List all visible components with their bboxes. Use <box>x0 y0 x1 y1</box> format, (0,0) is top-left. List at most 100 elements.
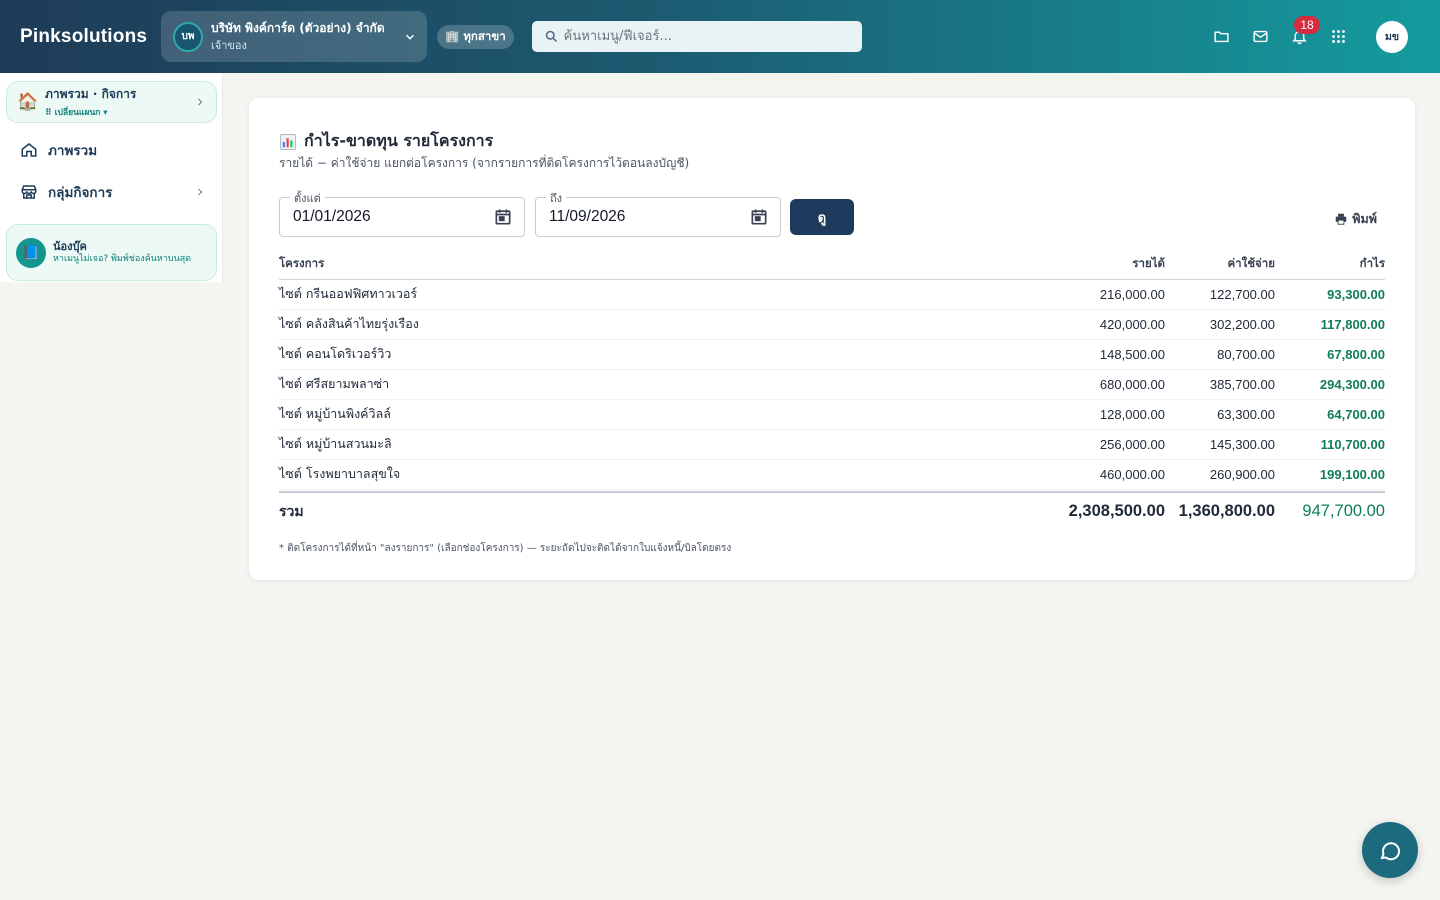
table-total-row: รวม 2,308,500.00 1,360,800.00 947,700.00 <box>279 491 1385 528</box>
company-avatar: บพ <box>173 21 203 52</box>
mail-icon <box>1252 30 1268 43</box>
workspace-title: ภาพรวม · กิจการ <box>45 87 137 101</box>
table-row[interactable]: ไซต์ คลังสินค้าไทยรุ่งเรือง 420,000.00 302… <box>279 309 1385 340</box>
profit-cell: 117,800.00 <box>1275 309 1385 340</box>
folder-icon <box>1213 31 1229 43</box>
revenue-cell: 420,000.00 <box>979 309 1165 340</box>
calendar-icon[interactable] <box>493 207 513 227</box>
profit-cell: 64,700.00 <box>1275 399 1385 430</box>
expense-cell: 302,200.00 <box>1165 309 1275 340</box>
printer-icon <box>1336 213 1347 225</box>
expense-cell: 80,700.00 <box>1165 339 1275 370</box>
project-name: ไซต์ คอนโดริเวอร์วิว <box>279 339 979 370</box>
expense-cell: 122,700.00 <box>1165 279 1275 310</box>
branch-selector[interactable]: 🏢 ทุกสาขา <box>437 24 514 49</box>
total-revenue: 2,308,500.00 <box>979 491 1165 528</box>
workspace-switcher[interactable]: 🏠 ภาพรวม · กิจการ ⠿ เปลี่ยนแผนก ▾ <box>6 81 217 123</box>
switch-department-link[interactable]: ⠿ เปลี่ยนแผนก ▾ <box>45 105 194 119</box>
bar-chart-icon <box>280 133 296 150</box>
apps-button[interactable] <box>1328 27 1348 47</box>
search-input[interactable] <box>563 29 844 44</box>
date-from-field[interactable]: ตั้งแต่ <box>279 189 525 237</box>
table-row[interactable]: ไซต์ หมู่บ้านสวนมะลิ 256,000.00 145,300.00… <box>279 429 1385 460</box>
page-title: กำไร-ขาดทุน รายโครงการ <box>279 129 493 154</box>
home-icon <box>21 143 37 157</box>
sidebar-item-label: กลุ่มกิจการ <box>48 185 113 201</box>
footnote: * ติดโครงการได้ที่หน้า "ลงรายการ" (เลือก… <box>279 543 732 554</box>
search-icon <box>545 30 557 43</box>
top-bar: Pinksolutions บพ บริษัท พิงค์การ์ด (ตัวอ… <box>0 0 1440 73</box>
profit-cell: 294,300.00 <box>1275 369 1385 400</box>
print-button[interactable]: พิมพ์ <box>1334 209 1377 229</box>
date-from-label: ตั้งแต่ <box>290 189 325 207</box>
page-title-text: กำไร-ขาดทุน รายโครงการ <box>304 131 494 150</box>
profit-cell: 110,700.00 <box>1275 429 1385 460</box>
sidebar-item-label: ภาพรวม <box>48 143 98 159</box>
project-name: ไซต์ หมู่บ้านพิงค์วิลล์ <box>279 399 979 430</box>
revenue-cell: 216,000.00 <box>979 279 1165 310</box>
revenue-cell: 680,000.00 <box>979 369 1165 400</box>
date-to-label: ถึง <box>546 189 567 207</box>
revenue-cell: 148,500.00 <box>979 339 1165 370</box>
chat-button[interactable] <box>1362 822 1418 878</box>
table-row[interactable]: ไซต์ ศรีสยามพลาซ่า 680,000.00 385,700.00 29… <box>279 369 1385 400</box>
house-icon: 🏠 <box>17 92 39 112</box>
assistant-hint: หาเมนูไม่เจอ? พิมพ์ช่องค้นหาบนสุด <box>53 253 192 264</box>
expense-cell: 385,700.00 <box>1165 369 1275 400</box>
project-name: ไซต์ โรงพยาบาลสุขใจ <box>279 459 979 490</box>
table-row[interactable]: ไซต์ หมู่บ้านพิงค์วิลล์ 128,000.00 63,300.… <box>279 399 1385 430</box>
revenue-cell: 460,000.00 <box>979 459 1165 490</box>
folder-button[interactable] <box>1211 27 1231 47</box>
column-header-project[interactable]: โครงการ <box>279 250 979 280</box>
company-switcher[interactable]: บพ บริษัท พิงค์การ์ด (ตัวอย่าง) จำกัด เจ… <box>161 11 427 62</box>
brand-logo[interactable]: Pinksolutions <box>20 26 161 48</box>
book-icon: 📘 <box>16 237 46 268</box>
table-row[interactable]: ไซต์ คอนโดริเวอร์วิว 148,500.00 80,700.00 6… <box>279 339 1385 370</box>
user-avatar[interactable]: มข <box>1376 20 1408 53</box>
notifications-button[interactable]: 18 <box>1289 15 1320 47</box>
date-to-input[interactable] <box>549 208 729 226</box>
apps-grid-icon <box>1331 30 1345 43</box>
store-icon <box>21 185 37 199</box>
print-label: พิมพ์ <box>1352 211 1377 226</box>
date-from-input[interactable] <box>293 208 473 226</box>
mail-button[interactable] <box>1250 27 1270 47</box>
profit-cell: 93,300.00 <box>1275 279 1385 310</box>
chat-bubble-icon <box>1380 842 1401 861</box>
column-header-revenue[interactable]: รายได้ <box>979 250 1165 280</box>
company-role: เจ้าของ <box>211 38 247 52</box>
column-header-profit[interactable]: กำไร <box>1275 250 1385 280</box>
total-profit: 947,700.00 <box>1275 491 1385 528</box>
total-expense: 1,360,800.00 <box>1165 491 1275 528</box>
table-header-row: โครงการ รายได้ ค่าใช้จ่าย กำไร <box>279 250 1385 280</box>
project-name: ไซต์ คลังสินค้าไทยรุ่งเรือง <box>279 309 979 340</box>
project-name: ไซต์ ศรีสยามพลาซ่า <box>279 369 979 400</box>
search-box[interactable] <box>531 21 862 52</box>
assistant-widget[interactable]: 📘 น้องบุ๊ค หาเมนูไม่เจอ? พิมพ์ช่องค้นหาบ… <box>6 224 217 281</box>
page-subtitle: รายได้ − ค่าใช้จ่าย แยกต่อโครงการ (จากรา… <box>279 156 690 170</box>
view-button[interactable]: ดู <box>790 199 854 235</box>
chevron-down-icon <box>405 34 415 40</box>
revenue-cell: 256,000.00 <box>979 429 1165 460</box>
profit-cell: 67,800.00 <box>1275 339 1385 370</box>
expense-cell: 260,900.00 <box>1165 459 1275 490</box>
calendar-icon[interactable] <box>749 207 769 227</box>
column-header-expense[interactable]: ค่าใช้จ่าย <box>1165 250 1275 280</box>
project-name: ไซต์ กรีนออฟฟิศทาวเวอร์ <box>279 279 979 310</box>
expense-cell: 145,300.00 <box>1165 429 1275 460</box>
chevron-right-icon <box>198 98 203 106</box>
expense-cell: 63,300.00 <box>1165 399 1275 430</box>
company-name: บริษัท พิงค์การ์ด (ตัวอย่าง) จำกัด <box>211 20 385 35</box>
report-card: กำไร-ขาดทุน รายโครงการ รายได้ − ค่าใช้จ่… <box>249 98 1415 580</box>
project-name: ไซต์ หมู่บ้านสวนมะลิ <box>279 429 979 460</box>
chevron-right-icon <box>198 188 203 196</box>
table-row[interactable]: ไซต์ โรงพยาบาลสุขใจ 460,000.00 260,900.00 1… <box>279 459 1385 490</box>
notification-badge: 18 <box>1294 15 1320 34</box>
profit-loss-table: โครงการ รายได้ ค่าใช้จ่าย กำไร ไซต์ กรีน… <box>279 250 1385 528</box>
sidebar-item-business-group[interactable]: กลุ่มกิจการ <box>20 181 210 203</box>
profit-cell: 199,100.00 <box>1275 459 1385 490</box>
date-to-field[interactable]: ถึง <box>535 189 781 237</box>
total-label: รวม <box>279 491 979 528</box>
sidebar-item-overview[interactable]: ภาพรวม <box>20 139 210 161</box>
table-row[interactable]: ไซต์ กรีนออฟฟิศทาวเวอร์ 216,000.00 122,700… <box>279 279 1385 310</box>
